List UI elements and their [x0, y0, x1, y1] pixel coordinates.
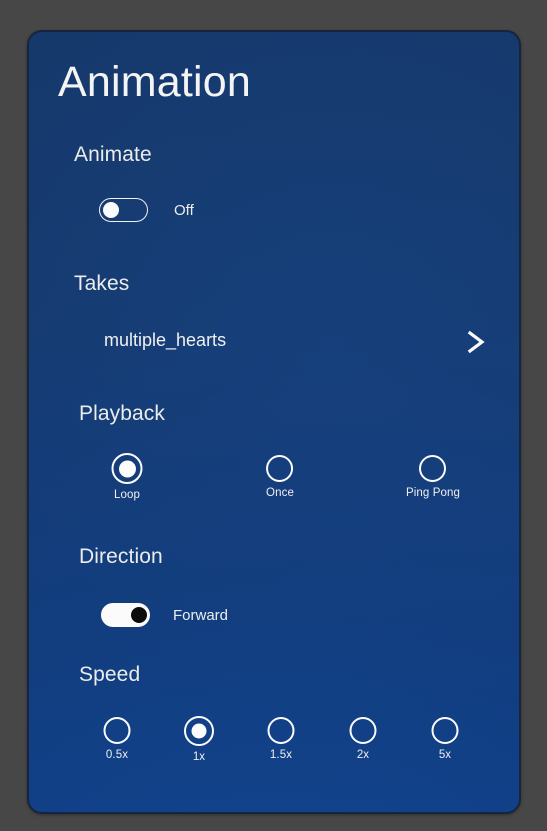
radio-circle	[103, 717, 131, 744]
radio-circle-selected	[184, 715, 214, 746]
speed-option-0-5x[interactable]: 0.5x	[103, 717, 131, 761]
speed-option-label: 2x	[356, 749, 370, 761]
animate-toggle-knob	[102, 201, 119, 218]
speed-section-label: Speed	[79, 663, 141, 686]
playback-section-label: Playback	[79, 402, 166, 425]
playback-option-label: Once	[266, 487, 294, 499]
direction-section-label: Direction	[79, 545, 163, 568]
playback-option-once[interactable]: Once	[266, 455, 294, 499]
speed-option-label: 1.5x	[269, 749, 293, 761]
animate-section-label: Animate	[74, 143, 152, 166]
speed-option-1-5x[interactable]: 1.5x	[267, 717, 295, 761]
animate-toggle-caption: Off	[174, 202, 194, 219]
speed-option-label: 1x	[192, 750, 206, 763]
radio-circle	[431, 717, 459, 744]
radio-circle	[419, 455, 447, 482]
takes-row[interactable]: multiple_hearts	[76, 322, 496, 362]
radio-circle	[349, 717, 377, 744]
speed-option-label: 5x	[438, 749, 452, 761]
takes-value: multiple_hearts	[104, 330, 227, 350]
takes-section-label: Takes	[74, 272, 130, 295]
radio-circle	[267, 717, 295, 744]
playback-option-label: Loop	[114, 489, 140, 501]
playback-radio-group: Loop Once Ping Pong	[29, 453, 519, 517]
playback-option-label: Ping Pong	[406, 487, 460, 499]
direction-toggle-knob	[130, 606, 147, 623]
speed-option-label: 0.5x	[105, 749, 129, 761]
radio-circle	[266, 455, 294, 482]
speed-option-2x[interactable]: 2x	[349, 717, 377, 761]
direction-toggle-caption: Forward	[173, 607, 229, 624]
speed-option-1x[interactable]: 1x	[184, 715, 214, 763]
direction-toggle[interactable]	[101, 603, 150, 627]
speed-option-5x[interactable]: 5x	[431, 717, 459, 761]
radio-circle-selected	[111, 453, 143, 484]
playback-option-ping-pong[interactable]: Ping Pong	[406, 455, 460, 499]
chevron-right-icon[interactable]	[463, 322, 489, 362]
animation-settings-panel: Animation Animate Off Takes multiple_hea…	[27, 30, 521, 814]
radio-dot	[191, 723, 207, 738]
animate-toggle[interactable]	[99, 198, 148, 222]
radio-dot	[118, 460, 136, 477]
playback-option-loop[interactable]: Loop	[111, 453, 143, 501]
page-title: Animation	[58, 58, 252, 106]
speed-radio-group: 0.5x 1x 1.5x 2x 5x	[29, 715, 519, 777]
